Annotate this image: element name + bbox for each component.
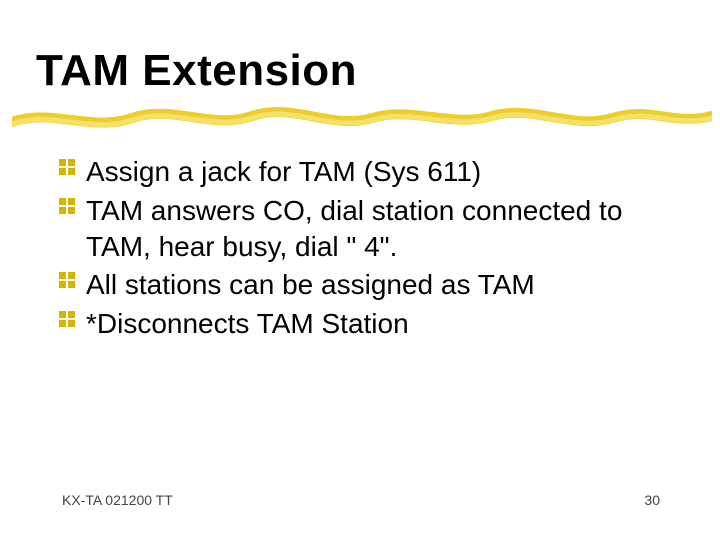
bullet-icon [58,158,76,176]
bullet-text: *Disconnects TAM Station [86,308,409,339]
bullet-item: All stations can be assigned as TAM [58,267,660,303]
bullet-item: Assign a jack for TAM (Sys 611) [58,154,660,190]
bullet-text: Assign a jack for TAM (Sys 611) [86,156,481,187]
bullet-item: TAM answers CO, dial station connected t… [58,193,660,265]
footer-left-text: KX-TA 021200 TT [62,492,173,508]
bullet-icon [58,197,76,215]
title-underline-decoration [12,104,712,134]
bullet-item: *Disconnects TAM Station [58,306,660,342]
bullet-text: All stations can be assigned as TAM [86,269,535,300]
bullet-text: TAM answers CO, dial station connected t… [86,195,622,262]
slide-title: TAM Extension [36,46,357,96]
slide-number: 30 [644,492,660,508]
slide-body: Assign a jack for TAM (Sys 611) TAM answ… [58,154,660,345]
slide: TAM Extension Assign a jack for TAM (Sys… [0,0,720,540]
bullet-icon [58,271,76,289]
bullet-icon [58,310,76,328]
